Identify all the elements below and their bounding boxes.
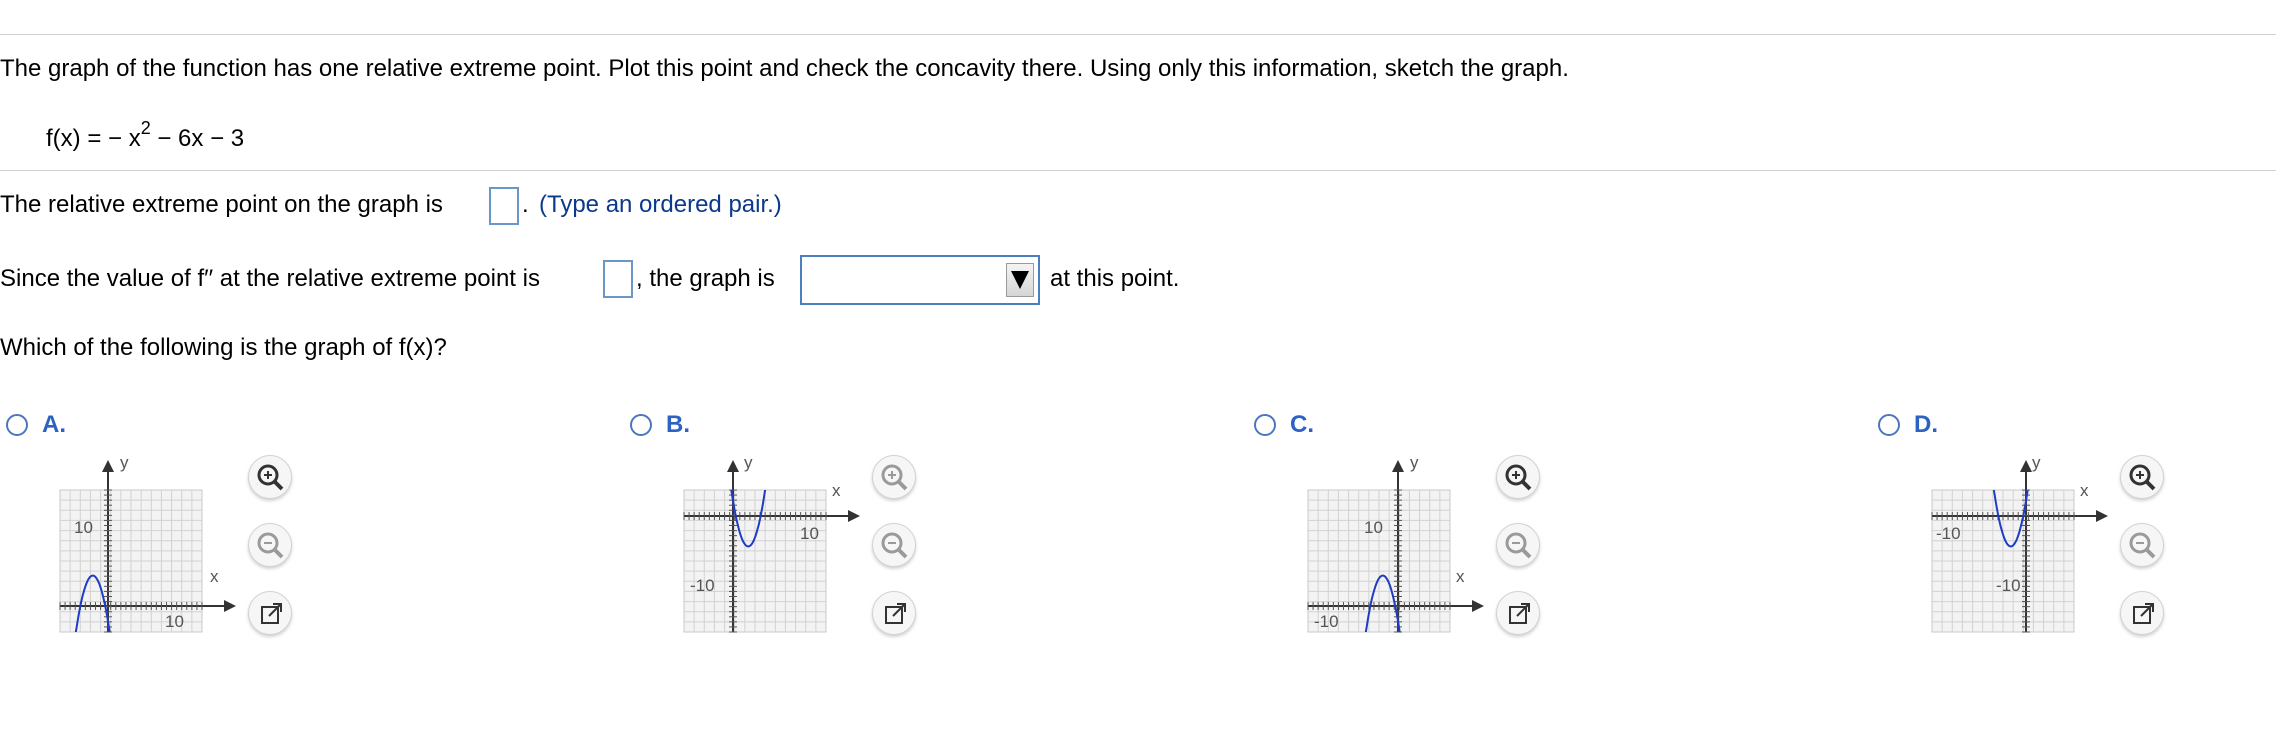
x-axis-label: x xyxy=(2080,481,2089,500)
y-axis-label: y xyxy=(744,453,753,472)
popout-icon[interactable] xyxy=(248,591,292,635)
popout-icon[interactable] xyxy=(872,591,916,635)
tick-label: -10 xyxy=(690,576,715,595)
popout-icon[interactable] xyxy=(1496,591,1540,635)
part2-middle: , the graph is xyxy=(636,265,775,292)
concavity-dropdown[interactable] xyxy=(800,255,1040,305)
tick-label: -10 xyxy=(1314,612,1339,631)
function-expression: f(x) = − x2 − 6x − 3 xyxy=(46,118,245,155)
option-graph-d: -10 -10 x y xyxy=(1931,453,2108,633)
zoom-out-icon[interactable] xyxy=(872,523,916,567)
option-label-b: B. xyxy=(666,411,690,438)
tick-label: 10 xyxy=(1364,518,1383,537)
y-axis-label: y xyxy=(2032,453,2041,472)
option-radio-c[interactable] xyxy=(1254,414,1276,436)
tick-label: -10 xyxy=(1996,576,2021,595)
part2-suffix: at this point. xyxy=(1050,265,1180,292)
function-suffix: − 6x − 3 xyxy=(150,125,245,152)
function-exponent: 2 xyxy=(140,118,151,138)
function-curve xyxy=(1992,490,2029,548)
zoom-out-icon[interactable] xyxy=(248,523,292,567)
option-radio-d[interactable] xyxy=(1878,414,1900,436)
option-radio-b[interactable] xyxy=(630,414,652,436)
function-curve xyxy=(730,490,767,548)
option-label-d: D. xyxy=(1914,411,1938,438)
tick-label: 10 xyxy=(165,612,184,631)
part1-hint: (Type an ordered pair.) xyxy=(539,191,782,218)
second-derivative-input[interactable] xyxy=(603,260,633,298)
graph-grid xyxy=(1307,489,1451,633)
triangle-down-icon[interactable] xyxy=(1006,263,1034,297)
zoom-in-icon[interactable] xyxy=(248,455,292,499)
zoom-in-icon[interactable] xyxy=(872,455,916,499)
graph-grid xyxy=(683,489,827,633)
y-axis-label: y xyxy=(1410,453,1419,472)
function-curve xyxy=(1364,574,1401,632)
option-label-c: C. xyxy=(1290,411,1314,438)
x-axis-label: x xyxy=(832,481,841,500)
part2-prefix: Since the value of f′′ at the relative e… xyxy=(0,265,540,292)
instructions: The graph of the function has one relati… xyxy=(0,55,1569,82)
mid-divider xyxy=(0,170,2276,171)
option-radio-a[interactable] xyxy=(6,414,28,436)
tick-label: 10 xyxy=(74,518,93,537)
x-axis-label: x xyxy=(1456,567,1465,586)
option-label-a: A. xyxy=(42,411,66,438)
option-graph-a: 10 10 x y xyxy=(59,453,236,633)
zoom-in-icon[interactable] xyxy=(2120,455,2164,499)
part1-prefix: The relative extreme point on the graph … xyxy=(0,191,443,218)
graph-grid xyxy=(59,489,203,633)
zoom-in-icon[interactable] xyxy=(1496,455,1540,499)
extreme-point-input[interactable] xyxy=(489,187,519,225)
function-curve xyxy=(74,574,111,632)
function-prefix: f(x) = − x xyxy=(46,125,141,152)
zoom-out-icon[interactable] xyxy=(1496,523,1540,567)
part3-question: Which of the following is the graph of f… xyxy=(0,334,447,361)
tick-label: -10 xyxy=(1936,524,1961,543)
graph-grid xyxy=(1931,489,2075,633)
part1-suffix: . xyxy=(522,191,529,218)
option-graph-c: 10 -10 x y xyxy=(1307,453,1484,633)
top-divider xyxy=(0,34,2276,35)
popout-icon[interactable] xyxy=(2120,591,2164,635)
option-graph-b: 10 -10 x y xyxy=(683,453,860,633)
y-axis-label: y xyxy=(120,453,129,472)
tick-label: 10 xyxy=(800,524,819,543)
zoom-out-icon[interactable] xyxy=(2120,523,2164,567)
x-axis-label: x xyxy=(210,567,219,586)
